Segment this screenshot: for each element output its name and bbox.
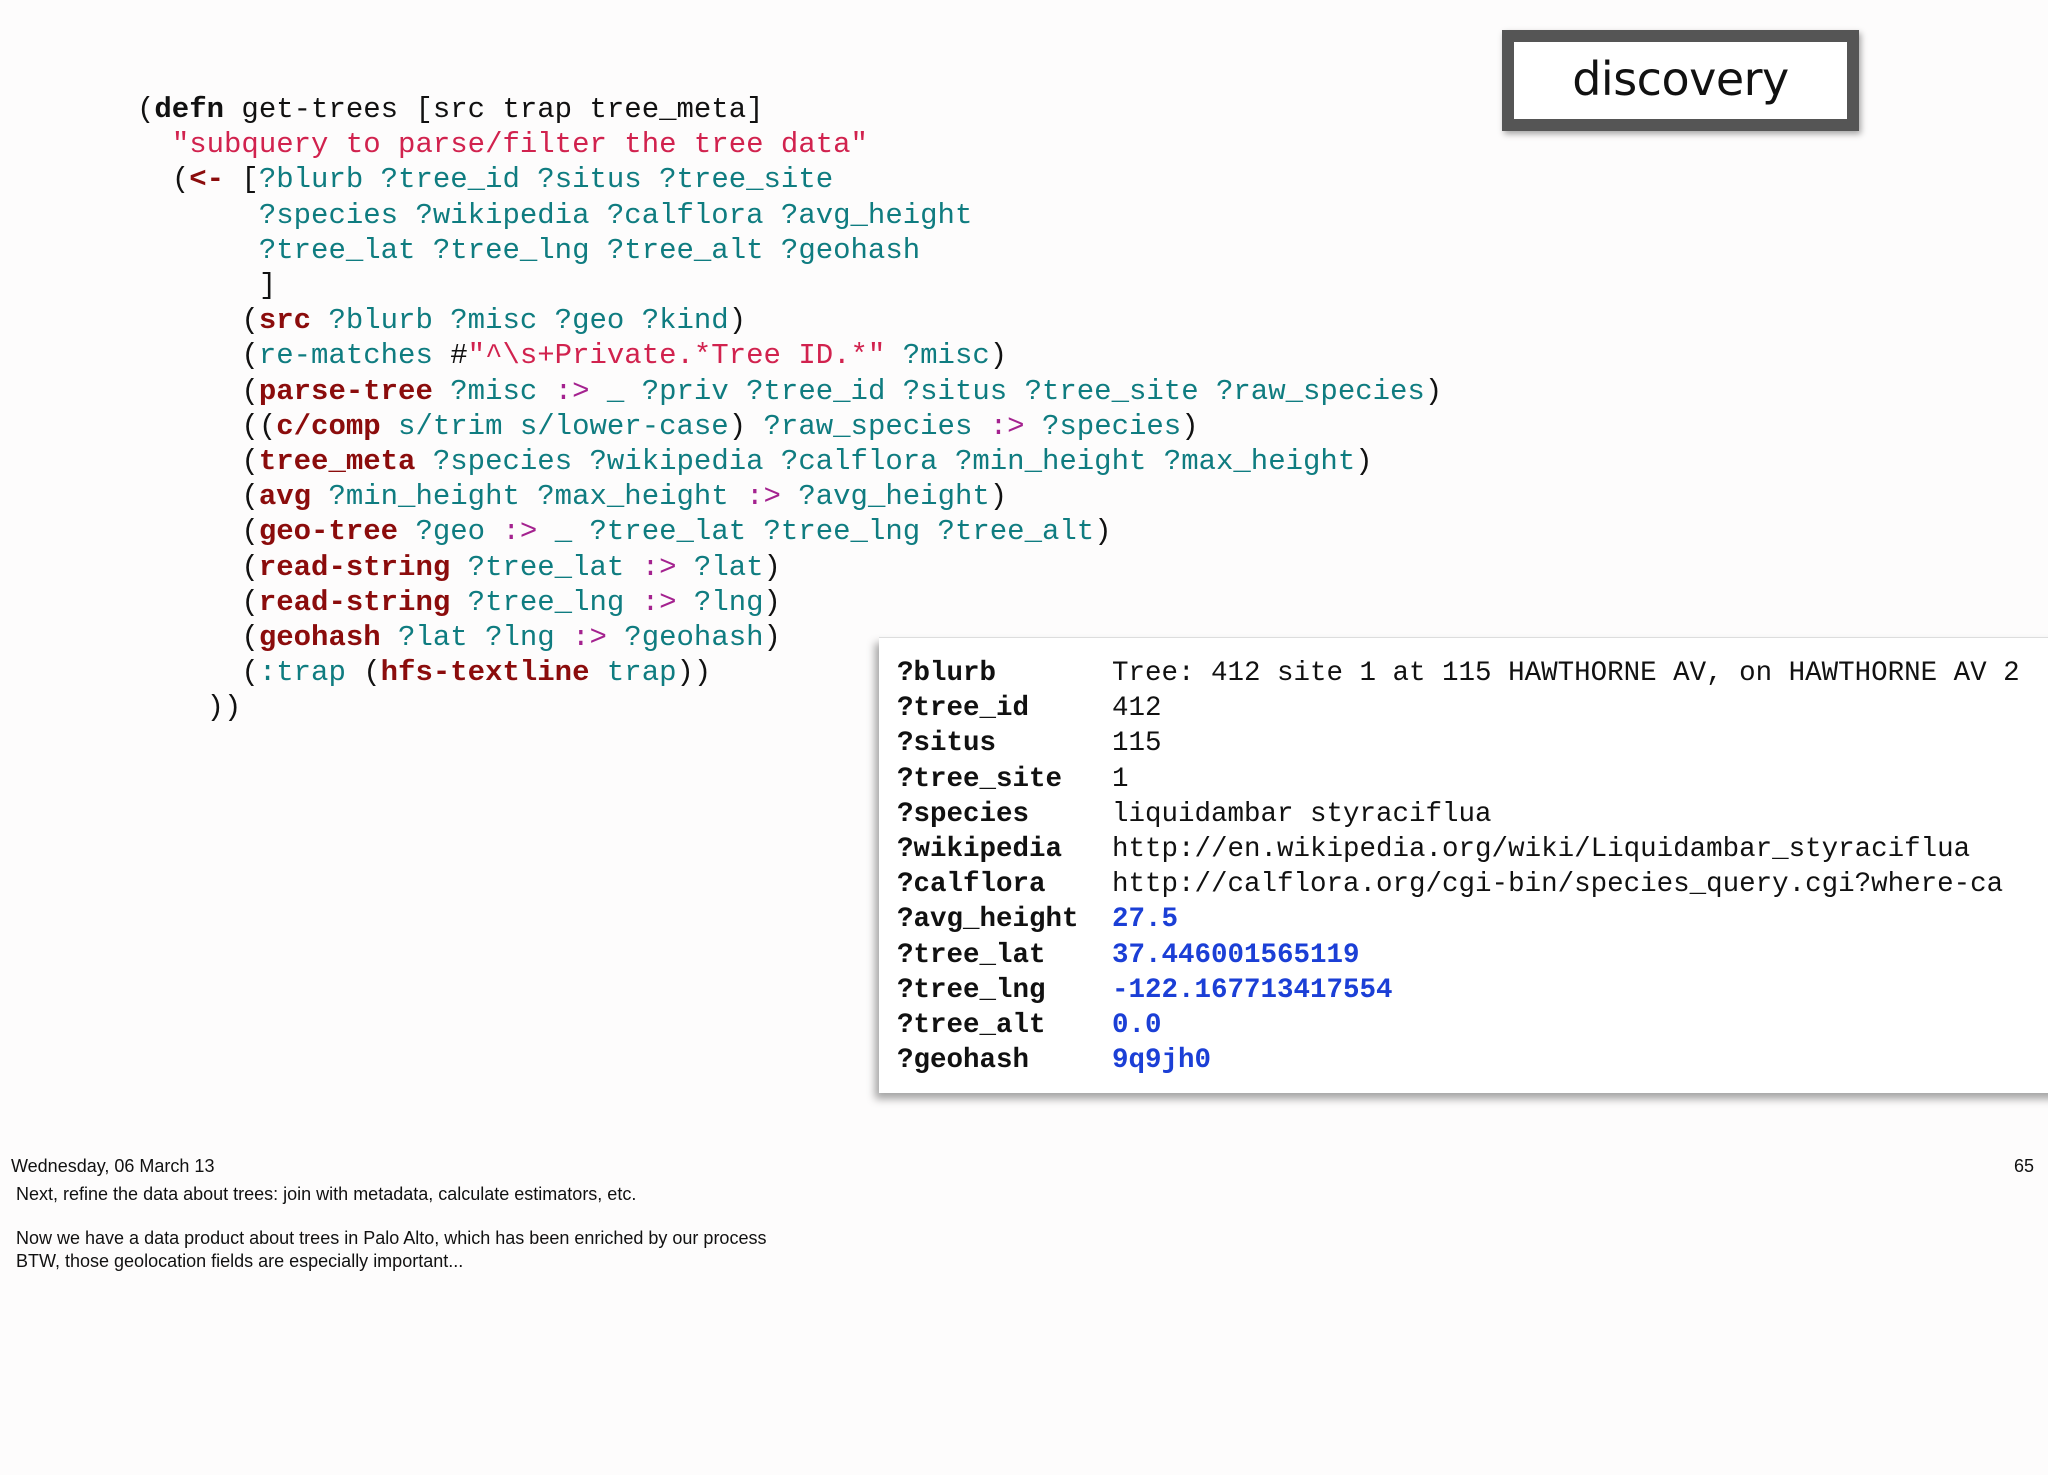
result-row: ?tree_alt 0.0: [897, 1008, 2020, 1043]
result-row: ?blurb Tree: 412 site 1 at 115 HAWTHORNE …: [897, 656, 2020, 691]
result-field-value: 27.5: [1112, 904, 1179, 936]
result-field-name: ?tree_id: [897, 693, 1030, 725]
section-badge-label: discovery: [1572, 51, 1789, 106]
result-field-value: 37.446001565119: [1112, 939, 1360, 971]
result-field-value: liquidambar styraciflua: [1112, 798, 1492, 830]
result-field-value: http://en.wikipedia.org/wiki/Liquidambar…: [1112, 834, 1971, 866]
result-field-value: http://calflora.org/cgi-bin/species_quer…: [1112, 869, 2004, 901]
result-field-name: ?wikipedia: [897, 834, 1063, 866]
result-row: ?wikipedia http://en.wikipedia.org/wiki/L…: [897, 832, 2020, 867]
result-row: ?tree_lng -122.167713417554: [897, 973, 2020, 1008]
result-table: ?blurb Tree: 412 site 1 at 115 HAWTHORNE …: [897, 656, 2020, 1078]
result-row: ?avg_height 27.5: [897, 902, 2020, 937]
result-row: ?species liquidambar styraciflua: [897, 797, 2020, 832]
result-field-name: ?avg_height: [897, 904, 1079, 936]
result-field-name: ?tree_lat: [897, 939, 1046, 971]
result-row: ?tree_lat 37.446001565119: [897, 938, 2020, 973]
result-field-name: ?blurb: [897, 658, 997, 690]
result-field-value: -122.167713417554: [1112, 974, 1393, 1006]
note-line-1: Next, refine the data about trees: join …: [16, 1184, 637, 1204]
result-row: ?situs 115: [897, 726, 2020, 761]
result-field-name: ?tree_lng: [897, 974, 1046, 1006]
slide-date: Wednesday, 06 March 13: [11, 1156, 215, 1176]
result-field-value: Tree: 412 site 1 at 115 HAWTHORNE AV, on…: [1112, 658, 2020, 690]
result-field-value: 1: [1112, 763, 1129, 795]
result-field-value: 9q9jh0: [1112, 1045, 1212, 1077]
note-line-3: BTW, those geolocation fields are especi…: [16, 1251, 464, 1271]
note-line-2: Now we have a data product about trees i…: [16, 1228, 767, 1248]
page-number: 65: [2014, 1156, 2035, 1176]
result-panel: ?blurb Tree: 412 site 1 at 115 HAWTHORNE …: [879, 637, 2048, 1093]
result-field-value: 115: [1112, 728, 1162, 760]
result-field-name: ?situs: [897, 728, 997, 760]
code-block: (defn get-trees [src trap tree_meta] "su…: [137, 93, 1443, 725]
result-field-value: 0.0: [1112, 1009, 1162, 1041]
result-row: ?tree_site 1: [897, 762, 2020, 797]
result-field-name: ?tree_site: [897, 763, 1063, 795]
result-field-name: ?tree_alt: [897, 1009, 1046, 1041]
result-field-name: ?geohash: [897, 1045, 1030, 1077]
result-field-name: ?calflora: [897, 869, 1046, 901]
result-row: ?geohash 9q9jh0: [897, 1043, 2020, 1078]
result-row: ?tree_id 412: [897, 691, 2020, 726]
result-field-value: 412: [1112, 693, 1162, 725]
result-field-name: ?species: [897, 798, 1030, 830]
result-row: ?calflora http://calflora.org/cgi-bin/sp…: [897, 867, 2020, 902]
section-badge: discovery: [1502, 30, 1859, 131]
